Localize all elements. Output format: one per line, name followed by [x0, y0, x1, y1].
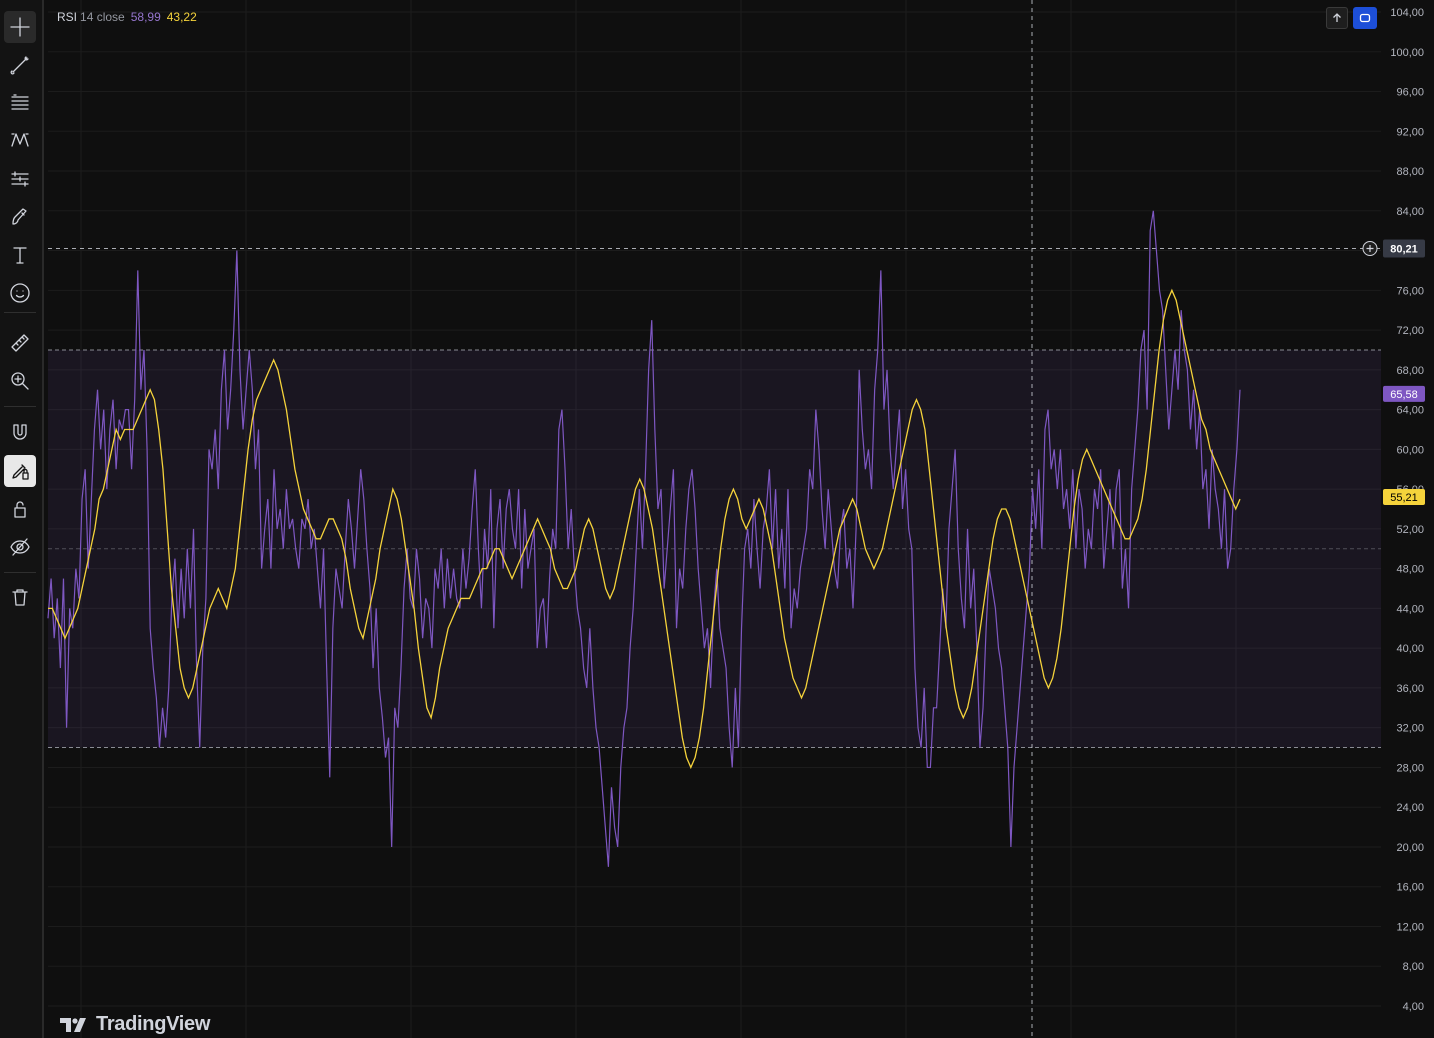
price-tick-label: 28,00 [1396, 762, 1424, 774]
price-tick-label: 16,00 [1396, 882, 1424, 894]
price-tick-label: 72,00 [1396, 325, 1424, 337]
price-tick-label: 8,00 [1403, 961, 1424, 973]
pattern-icon [11, 133, 29, 147]
fib-retracement-icon [11, 94, 29, 110]
tool-prediction-button[interactable] [4, 163, 36, 195]
price-tick-label: 84,00 [1396, 206, 1424, 218]
price-tick-label: 104,00 [1390, 7, 1424, 19]
price-tick-label: 12,00 [1396, 921, 1424, 933]
indicator-legend[interactable]: RSI 14 close 58,99 43,22 [57, 10, 197, 24]
maximize-pane-button[interactable] [1353, 7, 1377, 29]
price-tick-label: 92,00 [1396, 126, 1424, 138]
price-tick-label: 36,00 [1396, 683, 1424, 695]
arrow-up-icon [1333, 13, 1341, 22]
toolbar-separator [4, 572, 36, 573]
tool-pattern-button[interactable] [4, 124, 36, 156]
tool-lock-drawing-button[interactable] [4, 455, 36, 487]
price-tick-label: 88,00 [1396, 166, 1424, 178]
prediction-icon [11, 171, 29, 187]
price-tick-label: 20,00 [1396, 842, 1424, 854]
tool-trash-button[interactable] [4, 581, 36, 613]
price-tick-label: 24,00 [1396, 802, 1424, 814]
price-tick-label: 40,00 [1396, 643, 1424, 655]
maximize-icon [1359, 13, 1371, 23]
toolbar-separator [4, 312, 36, 313]
last-value-text-rsi: 65,58 [1390, 389, 1418, 401]
legend-rsi-value: 58,99 [130, 10, 161, 24]
trash-icon [12, 589, 28, 606]
lock-icon [14, 501, 26, 518]
crosshair-price-label: 80,21 [1362, 239, 1425, 258]
tool-brush-button[interactable] [4, 201, 36, 233]
legend-params: 14 close [80, 10, 125, 24]
tool-eye-button[interactable] [4, 531, 36, 563]
price-tick-label: 52,00 [1396, 524, 1424, 536]
text-icon [13, 247, 27, 264]
magnet-icon [13, 424, 27, 440]
legend-ma-value: 43,22 [166, 10, 197, 24]
eye-icon [10, 538, 30, 556]
price-tick-label: 76,00 [1396, 285, 1424, 297]
last-value-text-ma: 55,21 [1390, 492, 1418, 504]
price-tick-label: 48,00 [1396, 564, 1424, 576]
tool-emoji-button[interactable] [4, 277, 36, 309]
add-alert-icon [1362, 240, 1378, 256]
lock-drawing-icon [12, 464, 29, 480]
brush-icon [12, 208, 27, 225]
zoom-in-icon [11, 372, 29, 390]
drawing-toolbar [0, 0, 44, 1038]
trend-line-icon [10, 56, 29, 75]
tool-magnet-button[interactable] [4, 416, 36, 448]
logo-text: TradingView [96, 1013, 211, 1035]
tradingview-logo[interactable]: TradingView [60, 1013, 210, 1036]
tool-ruler-button[interactable] [4, 327, 36, 359]
price-tick-label: 68,00 [1396, 365, 1424, 377]
emoji-icon [10, 283, 30, 303]
toolbar-separator [4, 406, 36, 407]
tool-lock-button[interactable] [4, 493, 36, 525]
tool-crosshair-button[interactable] [4, 11, 36, 43]
price-axis[interactable]: 104,00100,0096,0092,0088,0084,0080,0076,… [1381, 0, 1434, 1038]
move-pane-up-button[interactable] [1326, 7, 1348, 29]
tradingview-logo-icon [60, 1017, 86, 1032]
price-tick-label: 32,00 [1396, 723, 1424, 735]
crosshair-price-text: 80,21 [1390, 243, 1418, 255]
crosshair-icon [10, 17, 30, 37]
price-tick-label: 96,00 [1396, 87, 1424, 99]
tool-zoom-in-button[interactable] [4, 365, 36, 397]
price-tick-label: 44,00 [1396, 603, 1424, 615]
price-tick-label: 64,00 [1396, 405, 1424, 417]
price-tick-label: 60,00 [1396, 444, 1424, 456]
tool-trend-line-button[interactable] [4, 49, 36, 81]
price-tick-label: 100,00 [1390, 47, 1424, 59]
ruler-icon [11, 334, 29, 352]
tool-text-button[interactable] [4, 239, 36, 271]
rsi-chart[interactable]: 104,00100,0096,0092,0088,0084,0080,0076,… [46, 0, 1434, 1038]
tool-fib-retracement-button[interactable] [4, 86, 36, 118]
legend-name: RSI [57, 10, 78, 24]
price-tick-label: 4,00 [1403, 1001, 1424, 1013]
